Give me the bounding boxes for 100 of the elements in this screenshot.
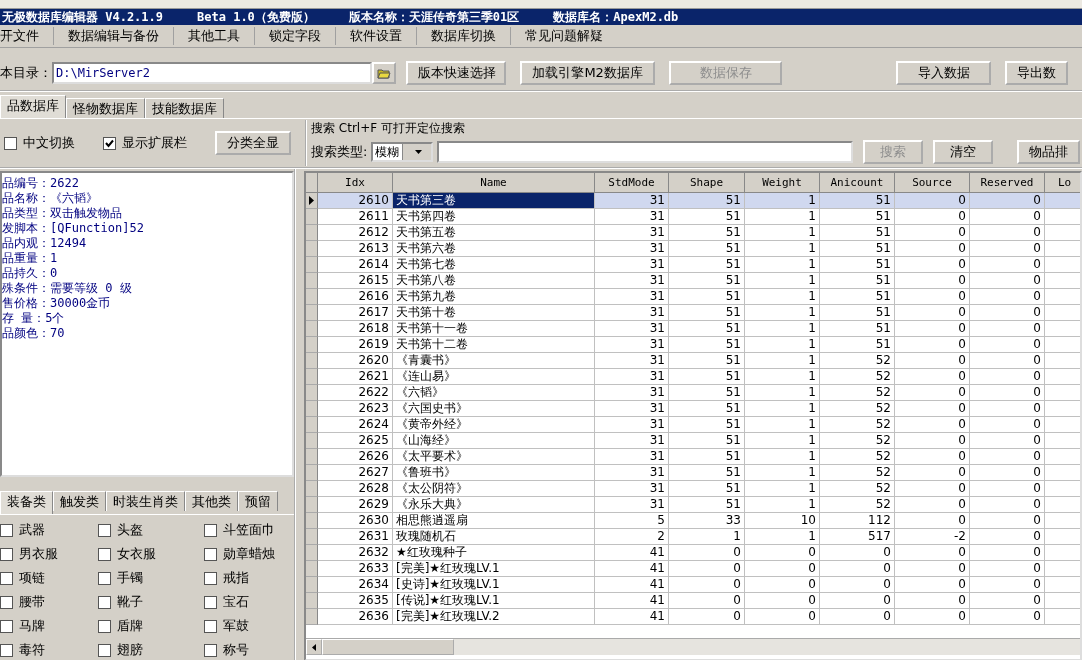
table-cell: 0: [895, 577, 970, 593]
table-cell: 52: [820, 497, 895, 513]
table-cell: 0: [745, 609, 820, 625]
checkbox[interactable]: [98, 547, 111, 561]
table-cell: 玫瑰随机石: [393, 529, 595, 545]
info-line: 品名称：《六韬》: [2, 191, 98, 205]
table-cell: 31: [595, 305, 669, 321]
toolbar-button[interactable]: 版本快速选择: [406, 61, 507, 85]
folder-icon[interactable]: [377, 67, 392, 79]
search-field[interactable]: [437, 141, 854, 163]
table-cell: 1: [745, 225, 820, 241]
checkbox[interactable]: [98, 571, 111, 585]
table-cell: 51: [669, 289, 745, 305]
horizontal-scrollbar[interactable]: [306, 638, 1080, 655]
menu-item[interactable]: 开文件: [0, 27, 54, 45]
toolbar-button[interactable]: 加载引擎M2数据库: [520, 61, 655, 85]
table-cell: 1: [745, 369, 820, 385]
checkbox[interactable]: [0, 571, 13, 585]
table-cell: 0: [895, 257, 970, 273]
category-tab[interactable]: 装备类: [0, 491, 53, 514]
table-cell: 51: [669, 417, 745, 433]
search-button[interactable]: 清空: [933, 140, 994, 164]
info-line: 售价格：30000金币: [2, 296, 111, 310]
toolbar-button[interactable]: 导入数据: [896, 61, 991, 85]
table-cell: 0: [895, 193, 970, 209]
table-cell: 2622: [318, 385, 393, 401]
table-cell: 2628: [318, 481, 393, 497]
search-type-select[interactable]: 模糊: [371, 142, 434, 162]
table-cell: 41: [595, 545, 669, 561]
table-cell: 0: [970, 241, 1045, 257]
checkbox[interactable]: [98, 643, 111, 657]
checkbox-label: 靴子: [117, 593, 143, 611]
table-cell: 0: [895, 225, 970, 241]
checkbox[interactable]: [103, 136, 116, 150]
table-cell: 《青囊书》: [393, 353, 595, 369]
checkbox[interactable]: [204, 619, 217, 633]
checkbox[interactable]: [98, 619, 111, 633]
table-cell: 2623: [318, 401, 393, 417]
table-cell: 31: [595, 497, 669, 513]
table-cell: 52: [820, 385, 895, 401]
menu-item[interactable]: 其他工具: [188, 27, 255, 45]
toolbar-button[interactable]: 导出数: [1005, 61, 1068, 85]
checkbox[interactable]: [0, 619, 13, 633]
menu-item[interactable]: 常见问题解疑: [525, 27, 617, 45]
checkbox[interactable]: [98, 595, 111, 609]
table-cell: 0: [970, 593, 1045, 609]
path-field[interactable]: D:\MirServer2: [52, 62, 373, 84]
table-cell: 2617: [318, 305, 393, 321]
menu-item[interactable]: 锁定字段: [269, 27, 336, 45]
checkbox[interactable]: [204, 595, 217, 609]
menu-item[interactable]: 数据库切换: [431, 27, 511, 45]
scrollbar-thumb[interactable]: [322, 639, 454, 655]
table-cell: 51: [669, 465, 745, 481]
search-group-title: 搜索 Ctrl+F 可打开定位搜索: [311, 120, 466, 137]
table-cell: 31: [595, 449, 669, 465]
checkbox[interactable]: [204, 547, 217, 561]
table-cell: 天书第八卷: [393, 273, 595, 289]
category-tab[interactable]: 预留: [238, 491, 278, 511]
checkbox[interactable]: [0, 547, 13, 561]
category-tab[interactable]: 其他类: [185, 491, 238, 511]
table-cell: 0: [669, 545, 745, 561]
checkbox-label: 中文切换: [23, 134, 75, 152]
category-tab[interactable]: 触发类: [53, 491, 106, 511]
checkbox[interactable]: [204, 523, 217, 537]
table-cell: 0: [970, 433, 1045, 449]
table-cell: 31: [595, 481, 669, 497]
folder-button[interactable]: [372, 62, 397, 84]
table-cell: 《六韬》: [393, 385, 595, 401]
checkbox[interactable]: [204, 643, 217, 657]
dropdown-arrow-icon[interactable]: [414, 150, 422, 154]
scroll-left-button[interactable]: [306, 639, 322, 655]
menu-item[interactable]: 软件设置: [350, 27, 417, 45]
menu-item[interactable]: 数据编辑与备份: [68, 27, 174, 45]
table-cell: 1: [745, 337, 820, 353]
checkbox[interactable]: [4, 136, 17, 150]
left-arrow-icon[interactable]: [312, 643, 316, 651]
table-cell: 《永乐大典》: [393, 497, 595, 513]
table-cell: [完美]★红玫瑰LV.2: [393, 609, 595, 625]
window-title: 版本名称：天涯传奇第三季01区: [348, 8, 520, 26]
show-all-button[interactable]: 分类全显: [215, 131, 291, 155]
category-tab[interactable]: 时装生肖类: [106, 491, 185, 511]
table-cell: 51: [669, 369, 745, 385]
database-tab[interactable]: 技能数据库: [145, 98, 224, 118]
checkbox[interactable]: [204, 571, 217, 585]
table-cell: 0: [895, 465, 970, 481]
row-indicator[interactable]: [306, 193, 318, 209]
database-tab[interactable]: 品数据库: [0, 95, 66, 118]
checkbox-label: 翅膀: [117, 641, 143, 659]
table-cell: 2611: [318, 209, 393, 225]
checkbox[interactable]: [0, 523, 13, 537]
database-tab[interactable]: 怪物数据库: [66, 98, 145, 118]
table-cell: 0: [970, 289, 1045, 305]
window-title: 无极数据库编辑器 V4.2.1.9: [2, 8, 164, 26]
checkbox[interactable]: [0, 643, 13, 657]
table-cell: 0: [895, 289, 970, 305]
info-line: 品颜色：70: [2, 326, 65, 340]
checkbox[interactable]: [0, 595, 13, 609]
sort-button[interactable]: 物品排: [1017, 140, 1081, 164]
checkbox[interactable]: [98, 523, 111, 537]
table-cell: 51: [820, 289, 895, 305]
